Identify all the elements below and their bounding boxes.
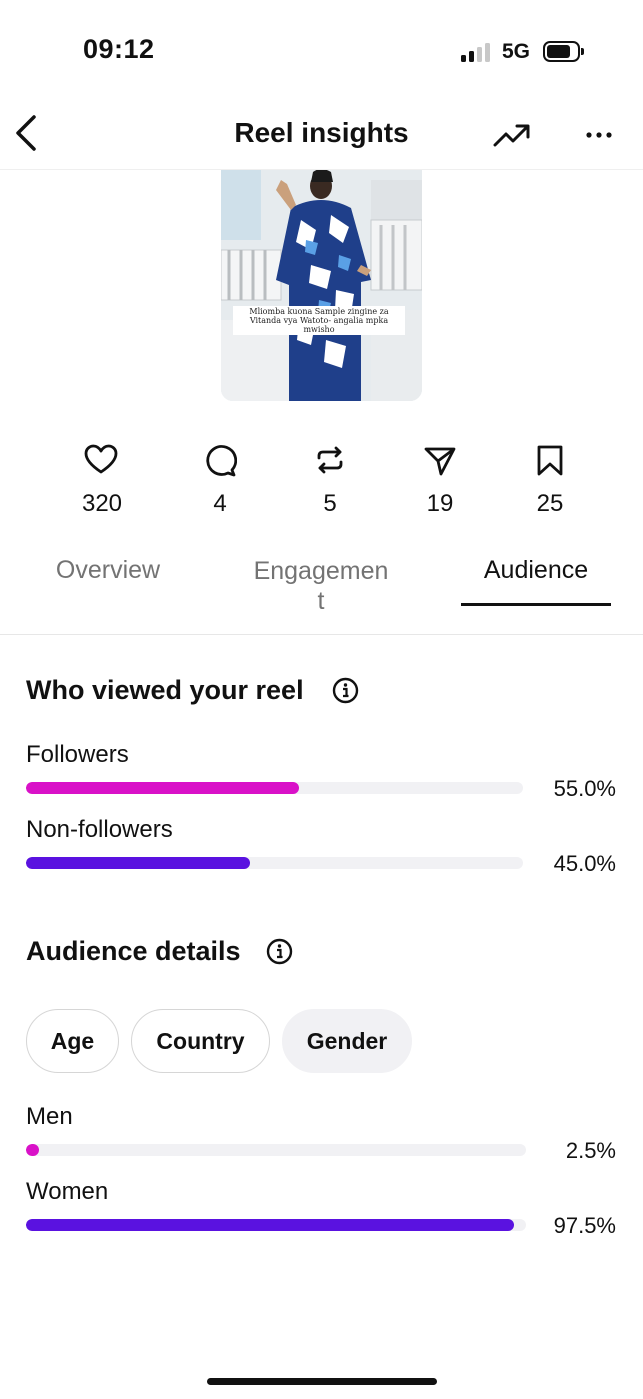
chip-gender[interactable]: Gender <box>282 1009 412 1073</box>
battery-icon <box>543 41 584 62</box>
likes-count: 320 <box>81 490 123 517</box>
viewers-section-title: Who viewed your reel <box>26 675 304 705</box>
repost-icon <box>317 446 343 474</box>
share-icon <box>424 447 456 476</box>
followers-label: Followers <box>26 741 129 768</box>
women-bar <box>26 1219 526 1231</box>
tab-audience[interactable]: Audience <box>461 556 611 585</box>
more-icon[interactable] <box>582 118 616 152</box>
non-followers-bar <box>26 857 523 869</box>
audience-section-title: Audience details <box>26 936 241 966</box>
non-followers-value: 45.0% <box>553 851 616 876</box>
tab-engagement[interactable]: Engagemen t <box>246 556 396 616</box>
active-tab-indicator <box>461 603 611 606</box>
men-label: Men <box>26 1103 73 1130</box>
home-indicator[interactable] <box>207 1378 437 1385</box>
bookmark-icon <box>537 445 563 476</box>
reel-thumbnail-image <box>221 170 422 401</box>
reel-caption: Mliomba kuona Sample zingine za Vitanda … <box>233 306 405 335</box>
page-title: Reel insights <box>234 117 409 148</box>
non-followers-label: Non-followers <box>26 816 173 843</box>
followers-value: 55.0% <box>553 776 616 801</box>
info-icon[interactable] <box>332 677 359 704</box>
followers-bar <box>26 782 523 794</box>
women-bar-fill <box>26 1219 514 1231</box>
chip-age[interactable]: Age <box>26 1009 119 1073</box>
men-bar <box>26 1144 526 1156</box>
chip-country[interactable]: Country <box>131 1009 270 1073</box>
tab-overview[interactable]: Overview <box>38 556 178 585</box>
network-type: 5G <box>502 40 531 63</box>
reel-thumbnail[interactable]: Mliomba kuona Sample zingine za Vitanda … <box>221 170 422 401</box>
comment-icon <box>206 445 237 477</box>
heart-icon <box>84 444 118 474</box>
cellular-signal-icon <box>461 42 493 62</box>
followers-bar-fill <box>26 782 300 794</box>
trending-icon[interactable] <box>492 118 532 152</box>
reposts-count: 5 <box>323 490 337 517</box>
women-value: 97.5% <box>553 1213 616 1238</box>
saves-count: 25 <box>536 490 564 517</box>
men-bar-fill <box>26 1144 39 1156</box>
men-value: 2.5% <box>565 1138 616 1163</box>
comments-count: 4 <box>213 490 227 517</box>
info-icon[interactable] <box>266 938 293 965</box>
tabs-divider <box>0 634 643 635</box>
women-label: Women <box>26 1178 109 1205</box>
non-followers-bar-fill <box>26 857 250 869</box>
shares-count: 19 <box>426 490 454 517</box>
status-time: 09:12 <box>83 34 155 64</box>
